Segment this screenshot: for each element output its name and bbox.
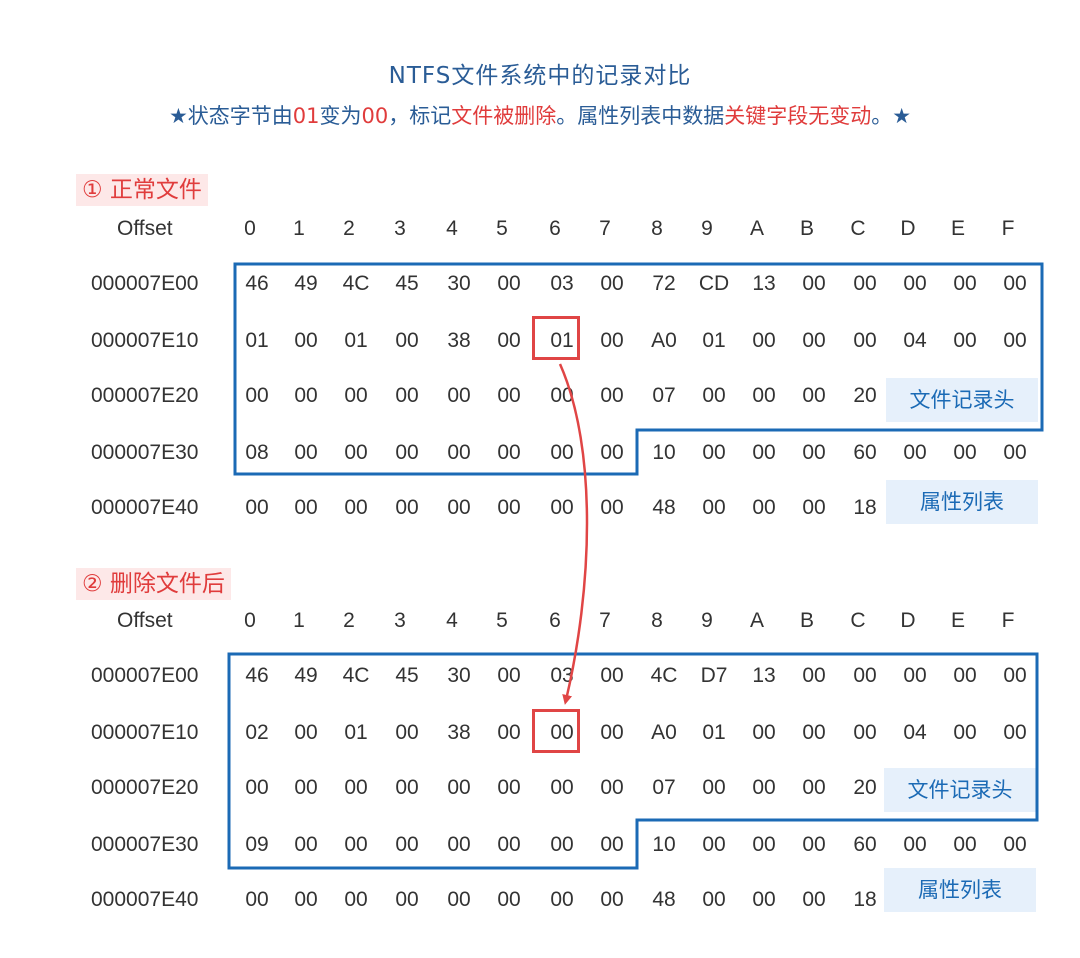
record-header-outline-bottom (227, 652, 1039, 870)
status-change-arrow (558, 363, 589, 705)
outline-overlay (227, 262, 1044, 870)
record-header-outline-top (233, 262, 1044, 476)
